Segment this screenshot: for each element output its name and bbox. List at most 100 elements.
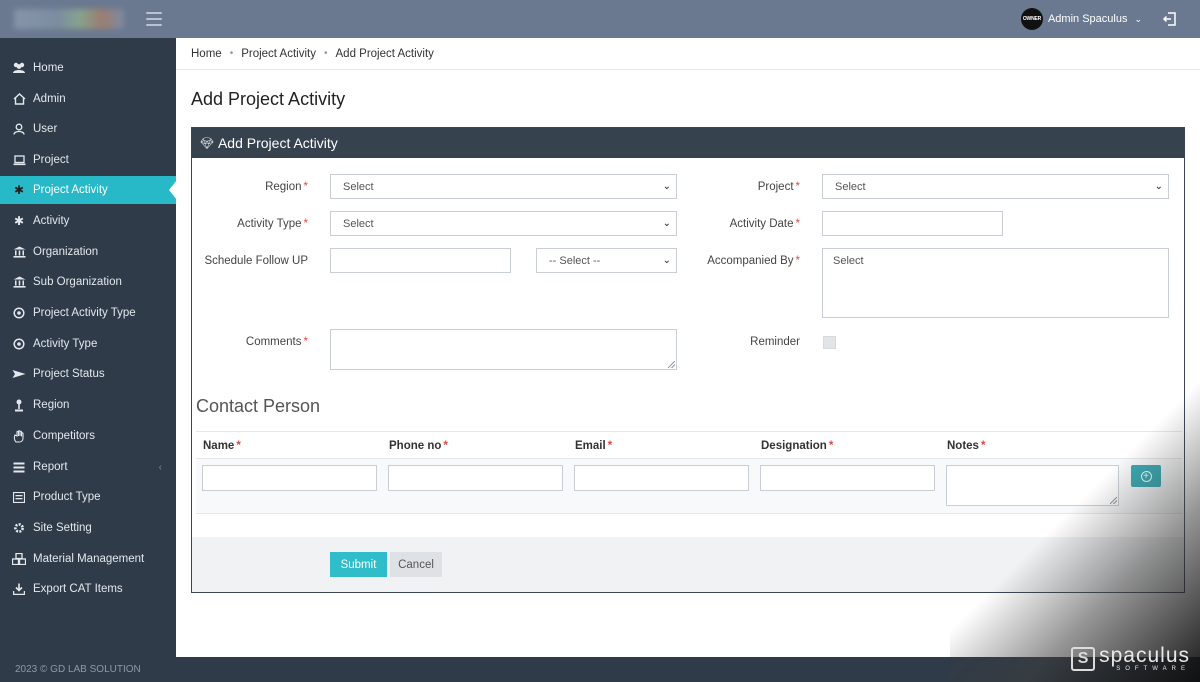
asterisk-icon: ✱ (13, 183, 25, 197)
copyright-text: 2023 © GD LAB SOLUTION (15, 664, 141, 675)
contact-phone-input[interactable] (388, 465, 563, 491)
menu-toggle-icon[interactable] (146, 12, 162, 26)
page-title: Add Project Activity (191, 89, 346, 109)
add-contact-button[interactable]: + (1131, 465, 1161, 487)
card-title: Add Project Activity (217, 135, 338, 151)
main-content: Home • Project Activity • Add Project Ac… (176, 38, 1200, 657)
sidebar-item-admin[interactable]: Admin (0, 85, 176, 113)
chevron-down-icon: ⌄ (1154, 181, 1163, 192)
list-icon (12, 460, 26, 474)
activity-type-label: Activity Type * (237, 218, 308, 230)
user-menu[interactable]: OWNER Admin Spaculus ⌄ (1020, 8, 1142, 30)
sidebar-item-sub-organization[interactable]: Sub Organization (0, 268, 176, 296)
add-activity-card: 💎︎ Add Project Activity Region * Select ⌄ … (191, 127, 1185, 593)
sidebar-item-label: Report (33, 461, 68, 473)
comments-label: Comments * (245, 336, 308, 348)
sidebar-item-label: Export CAT Items (33, 583, 123, 595)
column-notes: Notes * (947, 440, 986, 452)
contact-designation-input[interactable] (760, 465, 935, 491)
resize-grip-icon[interactable] (668, 361, 675, 368)
reminder-checkbox[interactable] (823, 336, 836, 349)
sidebar-item-label: Sub Organization (33, 276, 122, 288)
column-phone: Phone no * (389, 440, 448, 452)
accompanied-by-label: Accompanied By * (707, 255, 800, 267)
sidebar-item-label: Material Management (33, 553, 145, 565)
reminder-label: Reminder (750, 336, 800, 348)
sidebar-item-export-cat-items[interactable]: Export CAT Items (0, 575, 176, 603)
comments-textarea[interactable] (330, 329, 677, 370)
contact-notes-textarea[interactable] (946, 465, 1119, 506)
submit-button[interactable]: Submit (330, 552, 387, 577)
sidebar: Home Admin User Project ✱ Project Activit… (0, 38, 177, 657)
sidebar-item-organization[interactable]: Organization (0, 238, 176, 266)
accompanied-by-multiselect[interactable]: Select (822, 248, 1169, 318)
breadcrumb-home[interactable]: Home (191, 48, 222, 60)
breadcrumb-separator: • (229, 48, 234, 59)
sidebar-item-label: Site Setting (33, 522, 92, 534)
region-select[interactable]: Select ⌄ (330, 174, 677, 199)
sidebar-item-site-setting[interactable]: Site Setting (0, 514, 176, 542)
sidebar-item-report[interactable]: Report ‹ (0, 453, 176, 481)
sidebar-item-material-management[interactable]: Material Management (0, 545, 176, 573)
breadcrumb-current: Add Project Activity (335, 47, 434, 60)
target-icon (12, 337, 26, 351)
asterisk-icon: ✱ (13, 214, 25, 228)
sidebar-item-project[interactable]: Project (0, 146, 176, 174)
avatar: OWNER (1020, 8, 1043, 30)
bank-icon (12, 275, 26, 289)
sidebar-item-label: Activity (33, 215, 70, 227)
hand-icon (12, 429, 26, 443)
activity-date-input[interactable] (822, 211, 1003, 236)
region-label: Region * (265, 181, 308, 193)
sidebar-item-activity[interactable]: ✱ Activity (0, 207, 176, 235)
schedule-follow-up-select[interactable]: -- Select -- ⌄ (536, 248, 677, 273)
chevron-down-icon: ⌄ (1134, 13, 1142, 24)
list-alt-icon (12, 490, 26, 504)
user-name: Admin Spaculus (1047, 13, 1128, 25)
chevron-left-icon: ‹ (158, 461, 162, 473)
cancel-button[interactable]: Cancel (390, 552, 442, 577)
schedule-follow-up-label: Schedule Follow UP (204, 255, 308, 267)
sidebar-item-label: Project (33, 154, 69, 166)
chevron-down-icon: ⌄ (662, 255, 671, 266)
page-footer: 2023 © GD LAB SOLUTION (0, 657, 1200, 682)
activity-type-select[interactable]: Select ⌄ (330, 211, 677, 236)
logout-icon[interactable] (1162, 11, 1178, 27)
breadcrumb-project-activity[interactable]: Project Activity (241, 48, 316, 60)
user-icon (12, 122, 26, 136)
chevron-down-icon: ⌄ (662, 218, 671, 229)
contact-table-header: Name * Phone no * Email * Designation * Note… (196, 431, 1182, 459)
sidebar-item-label: Region (33, 399, 70, 411)
sidebar-item-label: Competitors (33, 430, 95, 442)
sidebar-item-label: Project Activity Type (33, 307, 136, 319)
sidebar-item-activity-type[interactable]: Activity Type (0, 330, 176, 358)
home-icon (12, 92, 26, 106)
project-select[interactable]: Select ⌄ (822, 174, 1169, 199)
column-name: Name * (203, 440, 241, 452)
sidebar-item-project-activity[interactable]: ✱ Project Activity (0, 176, 177, 204)
sidebar-item-label: User (33, 123, 58, 135)
sidebar-item-label: Project Status (33, 368, 105, 380)
sidebar-item-label: Home (33, 62, 64, 74)
breadcrumb: Home • Project Activity • Add Project Ac… (176, 38, 1200, 70)
project-label: Project * (757, 181, 800, 193)
resize-grip-icon[interactable] (1110, 497, 1117, 504)
sidebar-item-project-activity-type[interactable]: Project Activity Type (0, 299, 176, 327)
sidebar-item-product-type[interactable]: Product Type (0, 483, 176, 511)
contact-name-input[interactable] (202, 465, 377, 491)
target-icon (12, 306, 26, 320)
sidebar-item-label: Product Type (33, 491, 101, 503)
schedule-follow-up-input[interactable] (330, 248, 511, 273)
form-actions: Submit Cancel (192, 537, 1184, 592)
chevron-down-icon: ⌄ (662, 181, 671, 192)
laptop-icon (12, 153, 26, 167)
table-row: + (196, 459, 1182, 514)
sidebar-item-home[interactable]: Home (0, 54, 176, 82)
sidebar-item-competitors[interactable]: Competitors (0, 422, 176, 450)
sidebar-item-user[interactable]: User (0, 115, 176, 143)
sidebar-item-region[interactable]: Region (0, 391, 176, 419)
sidebar-item-project-status[interactable]: Project Status (0, 360, 176, 388)
contact-email-input[interactable] (574, 465, 749, 491)
brand-logo[interactable] (14, 9, 124, 29)
breadcrumb-separator: • (323, 48, 328, 59)
